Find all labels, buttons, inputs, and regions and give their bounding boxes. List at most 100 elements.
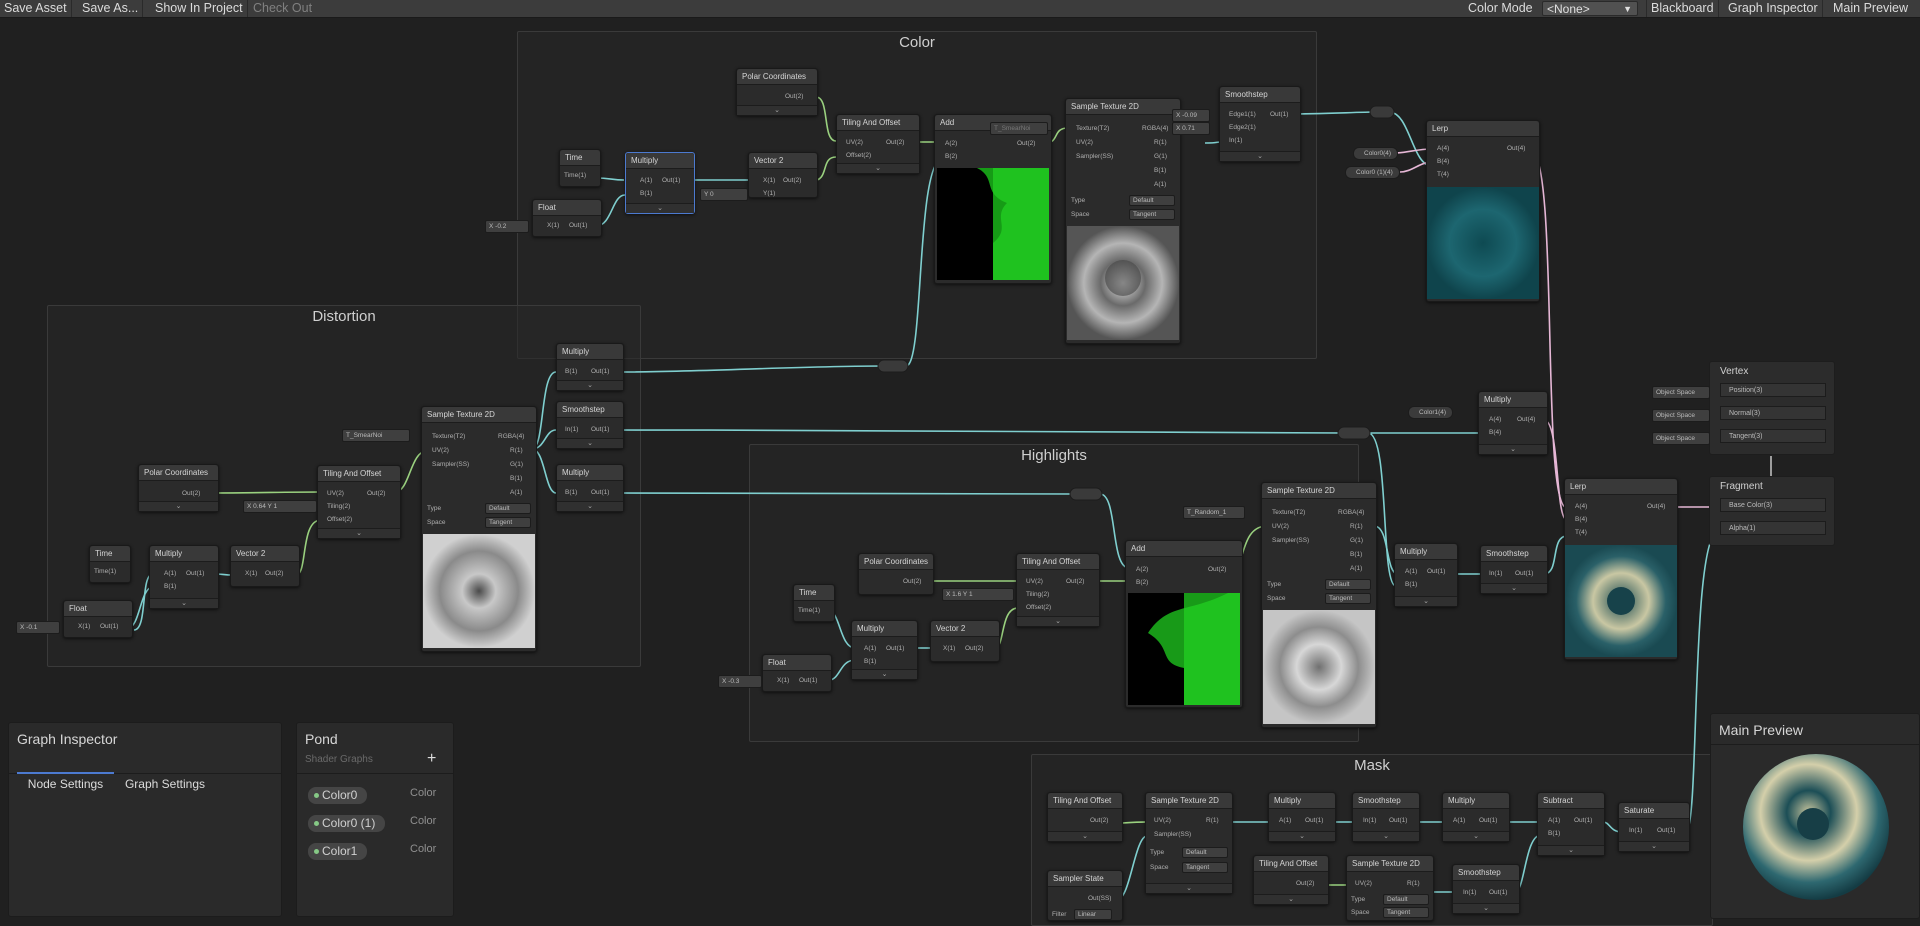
port-a[interactable]: A(4) <box>1575 503 1587 511</box>
port-edge2[interactable]: Edge2(1) <box>1229 124 1256 132</box>
vector2-node[interactable]: Vector 2 X(1) Out(2) <box>930 620 1000 662</box>
port-out[interactable]: Out(2) <box>1017 140 1035 148</box>
chevron-down-icon[interactable]: ⌄ <box>557 438 623 448</box>
sample-texture-node[interactable]: Sample Texture 2D Texture(T2) UV(2) Samp… <box>1065 98 1181 344</box>
port-offset[interactable]: Offset(2) <box>846 152 871 160</box>
polar-coordinates-node[interactable]: Polar Coordinates Out(2) ⌄ <box>138 464 219 512</box>
port-b[interactable]: B(1) <box>1154 167 1166 175</box>
tiling-offset-node[interactable]: Tiling And Offset Out(2) ⌄ <box>1047 792 1123 842</box>
color0-property[interactable]: Color0(4) <box>1353 147 1399 160</box>
fragment-context[interactable]: Fragment Base Color(3) Alpha(1) <box>1709 476 1835 546</box>
port-uv[interactable]: UV(2) <box>327 490 344 498</box>
vector2-node[interactable]: Vector 2 X(1) Out(2) <box>230 545 300 587</box>
tiling-offset-node[interactable]: Tiling And Offset Out(2) ⌄ <box>1253 855 1329 905</box>
chevron-down-icon[interactable]: ⌄ <box>1254 894 1328 904</box>
port-in[interactable]: In(1) <box>1463 889 1476 897</box>
port-b[interactable]: B(1) <box>864 658 876 666</box>
port-rgba[interactable]: RGBA(4) <box>1338 509 1364 517</box>
port-out[interactable]: Out(SS) <box>1088 895 1111 903</box>
port-sampler[interactable]: Sampler(SS) <box>432 461 469 469</box>
port-texture[interactable]: Texture(T2) <box>1272 509 1305 517</box>
port-b[interactable]: B(1) <box>1405 581 1417 589</box>
port-out[interactable]: Out(1) <box>591 368 609 376</box>
chevron-down-icon[interactable]: ⌄ <box>1048 831 1122 841</box>
object-space-tangent[interactable]: Object Space <box>1652 432 1710 445</box>
port-a[interactable]: A(4) <box>1437 145 1449 153</box>
port-out[interactable]: Out(1) <box>1574 817 1592 825</box>
space-dropdown[interactable]: Tangent <box>1182 862 1228 873</box>
port-t[interactable]: T(4) <box>1575 529 1587 537</box>
smoothstep-node[interactable]: Smoothstep In(1) Out(1) ⌄ <box>556 401 624 449</box>
port-a[interactable]: A(1) <box>510 489 522 497</box>
port-out[interactable]: Out(4) <box>1517 416 1535 424</box>
space-dropdown[interactable]: Tangent <box>1325 593 1371 604</box>
port-out[interactable]: Out(1) <box>1270 111 1288 119</box>
port-a[interactable]: A(1) <box>1548 817 1560 825</box>
color1-property[interactable]: Color1(4) <box>1408 406 1454 419</box>
port-in[interactable]: In(1) <box>1489 570 1502 578</box>
filter-dropdown[interactable]: Linear <box>1074 909 1112 920</box>
port-a[interactable]: A(1) <box>164 570 176 578</box>
port-out[interactable]: Out(1) <box>569 222 587 230</box>
port-out[interactable]: Out(2) <box>265 570 283 578</box>
port-time[interactable]: Time(1) <box>94 568 116 576</box>
edge1-field[interactable]: X -0.09 <box>1172 109 1210 122</box>
port-uv[interactable]: UV(2) <box>1355 880 1372 888</box>
port-out[interactable]: Out(1) <box>886 645 904 653</box>
port-x[interactable]: X(1) <box>943 645 955 653</box>
port-b[interactable]: B(1) <box>640 190 652 198</box>
port-x[interactable]: X(1) <box>78 623 90 631</box>
port-a[interactable]: A(2) <box>945 140 957 148</box>
chevron-down-icon[interactable]: ⌄ <box>626 203 694 213</box>
port-uv[interactable]: UV(2) <box>1154 817 1171 825</box>
add-node[interactable]: Add A(2) B(2) Out(2) <box>934 114 1052 284</box>
port-x[interactable]: X(1) <box>547 222 559 230</box>
type-dropdown[interactable]: Default <box>1383 894 1429 905</box>
type-dropdown[interactable]: Default <box>1325 579 1371 590</box>
port-offset[interactable]: Offset(2) <box>1026 604 1051 612</box>
port-out[interactable]: Out(2) <box>1208 566 1226 574</box>
chevron-down-icon[interactable]: ⌄ <box>737 105 817 115</box>
vertex-context[interactable]: Vertex Position(3) Normal(3) Tangent(3) <box>1709 361 1835 455</box>
texture-slot-field[interactable]: T_SmearNoi <box>990 122 1048 135</box>
port-g[interactable]: G(1) <box>1350 537 1363 545</box>
time-node[interactable]: Time Time(1) <box>559 149 601 187</box>
float-value-field[interactable]: X -0.2 <box>485 220 529 233</box>
port-sampler[interactable]: Sampler(SS) <box>1154 831 1191 839</box>
port-uv[interactable]: UV(2) <box>1076 139 1093 147</box>
chevron-down-icon[interactable]: ⌄ <box>1538 845 1604 855</box>
port-out[interactable]: Out(2) <box>965 645 983 653</box>
smoothstep-node[interactable]: Smoothstep In(1) Out(1) ⌄ <box>1480 545 1548 594</box>
port-r[interactable]: R(1) <box>1206 817 1219 825</box>
port-in[interactable]: In(1) <box>1629 827 1642 835</box>
port-a[interactable]: A(2) <box>1136 566 1148 574</box>
float-value-field[interactable]: X -0.3 <box>718 675 762 688</box>
graph-inspector-panel[interactable]: Graph Inspector Node Settings Graph Sett… <box>8 722 282 917</box>
port-out[interactable]: Out(2) <box>182 490 200 498</box>
port-g[interactable]: G(1) <box>1154 153 1167 161</box>
port-b[interactable]: B(1) <box>164 583 176 591</box>
port-time[interactable]: Time(1) <box>564 172 586 180</box>
port-g[interactable]: G(1) <box>510 461 523 469</box>
port-edge1[interactable]: Edge1(1) <box>1229 111 1256 119</box>
port-time[interactable]: Time(1) <box>798 607 820 615</box>
sample-texture-node[interactable]: Sample Texture 2D UV(2) R(1) Type Defaul… <box>1346 855 1434 921</box>
port-out[interactable]: Out(4) <box>1507 145 1525 153</box>
add-node[interactable]: Add A(2) B(2) Out(2) <box>1125 540 1243 708</box>
normal-slot[interactable]: Normal(3) <box>1720 406 1826 420</box>
port-out[interactable]: Out(1) <box>591 426 609 434</box>
texture-slot-field[interactable]: T_SmearNoi <box>342 429 410 442</box>
port-a[interactable]: A(1) <box>1350 565 1362 573</box>
port-b[interactable]: B(1) <box>1548 830 1560 838</box>
port-sampler[interactable]: Sampler(SS) <box>1272 537 1309 545</box>
port-x[interactable]: X(1) <box>763 177 775 185</box>
port-offset[interactable]: Offset(2) <box>327 516 352 524</box>
port-b[interactable]: B(1) <box>565 368 577 376</box>
polar-coordinates-node[interactable]: Polar Coordinates Out(2) <box>858 553 934 595</box>
port-a[interactable]: A(1) <box>1154 181 1166 189</box>
port-uv[interactable]: UV(2) <box>846 139 863 147</box>
port-out[interactable]: Out(2) <box>886 139 904 147</box>
port-out[interactable]: Out(1) <box>1515 570 1533 578</box>
space-dropdown[interactable]: Tangent <box>1129 209 1175 220</box>
multiply-node[interactable]: Multiply A(1) Out(1) ⌄ <box>1442 792 1510 842</box>
